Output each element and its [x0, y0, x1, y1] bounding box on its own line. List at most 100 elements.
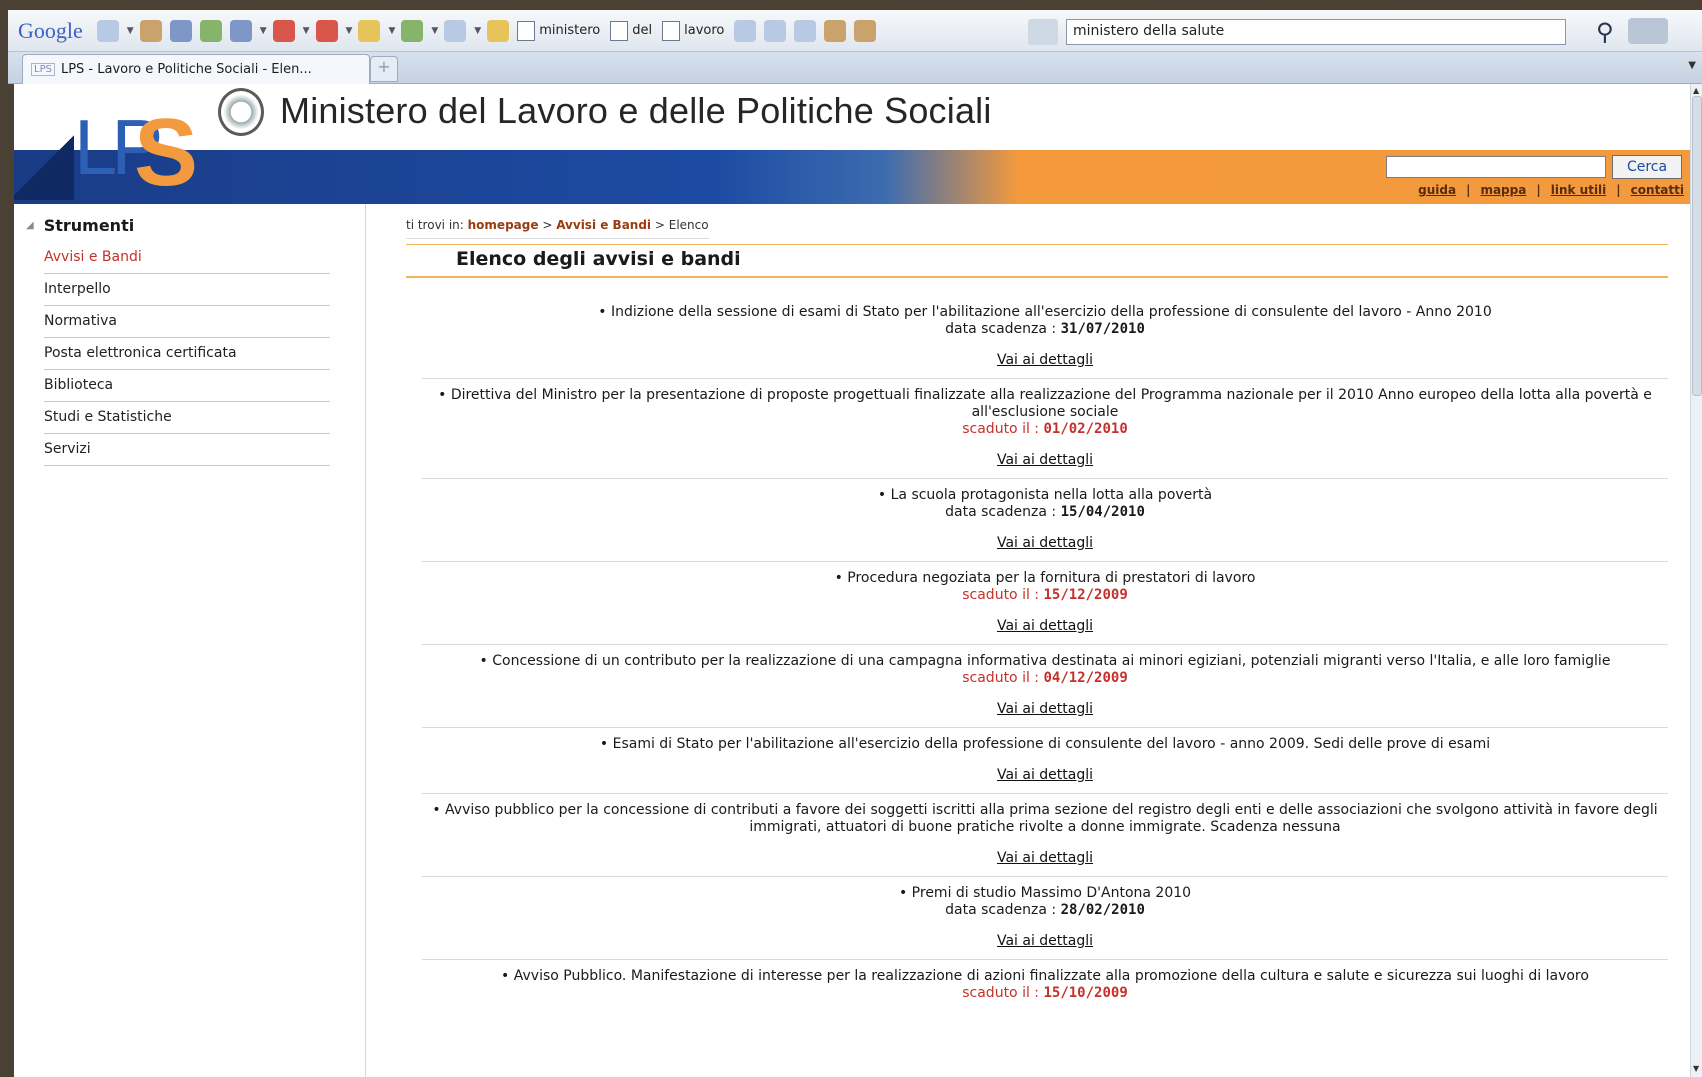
chevron-down-icon[interactable]: ▼ — [303, 26, 310, 36]
triangle-icon: ◢ — [26, 220, 34, 231]
scrollbar[interactable]: ▲ ▼ — [1690, 84, 1702, 1077]
gmail-icon[interactable] — [272, 19, 295, 42]
notice-title: Avviso pubblico per la concessione di co… — [422, 802, 1668, 836]
link-mappa[interactable]: mappa — [1480, 183, 1526, 197]
users-icon[interactable] — [734, 19, 757, 42]
notice-item: Esami di Stato per l'abilitazione all'es… — [422, 727, 1668, 783]
notice-item: Concessione di un contributo per la real… — [422, 644, 1668, 717]
share-icon[interactable] — [229, 19, 252, 42]
notice-date-label: scaduto il : — [962, 985, 1040, 1001]
google-toolbar: Google ▼ ▼ ▼ ▼ ▼ ▼ ▼ ministero del lavor… — [8, 10, 1702, 52]
chevron-down-icon[interactable]: ▼ — [127, 26, 134, 36]
sidebar-item-biblioteca[interactable]: Biblioteca — [44, 370, 330, 402]
notice-date-value: 01/02/2010 — [1043, 421, 1128, 437]
scrollbar-thumb[interactable] — [1692, 96, 1702, 396]
notice-date-value: 15/12/2009 — [1043, 587, 1128, 603]
details-link[interactable]: Vai ai dettagli — [422, 933, 1668, 949]
chevron-down-icon[interactable]: ▼ — [474, 26, 481, 36]
calendar-icon[interactable] — [199, 19, 222, 42]
tab-title: LPS - Lavoro e Politiche Sociali - Elen.… — [60, 62, 312, 77]
notice-date-label: data scadenza : — [945, 902, 1057, 918]
sidebar-item-interpello[interactable]: Interpello — [44, 274, 330, 306]
notice-title: Avviso Pubblico. Manifestazione di inter… — [422, 968, 1668, 985]
search-icon[interactable] — [169, 19, 192, 42]
pages-icon[interactable] — [794, 19, 817, 42]
sidebar-item-normativa[interactable]: Normativa — [44, 306, 330, 338]
details-link[interactable]: Vai ai dettagli — [422, 850, 1668, 866]
site-header: LP S Ministero del Lavoro e delle Politi… — [14, 84, 1690, 206]
tab-list-arrow-icon[interactable]: ▼ — [1688, 60, 1696, 71]
notice-date: scaduto il : 15/12/2009 — [422, 587, 1668, 604]
sidebar-item-avvisi-e-bandi[interactable]: Avvisi e Bandi — [44, 242, 330, 274]
notice-title: La scuola protagonista nella lotta alla … — [422, 487, 1668, 504]
link-link-utili[interactable]: link utili — [1551, 183, 1607, 197]
quick-button-lavoro[interactable]: lavoro — [662, 20, 725, 41]
notice-date: data scadenza : 15/04/2010 — [422, 504, 1668, 521]
notice-date: scaduto il : 04/12/2009 — [422, 670, 1668, 687]
quick-button-label: lavoro — [684, 23, 725, 38]
scroll-up-icon[interactable]: ▲ — [1693, 86, 1699, 95]
details-link[interactable]: Vai ai dettagli — [422, 535, 1668, 551]
quick-button-del[interactable]: del — [610, 20, 652, 41]
chevron-down-icon[interactable]: ▼ — [388, 26, 395, 36]
logo-letter-s: S — [134, 99, 199, 206]
spellcheck-icon[interactable] — [401, 19, 424, 42]
search-button[interactable]: Cerca — [1612, 155, 1682, 179]
link-contatti[interactable]: contatti — [1631, 183, 1684, 197]
notice-date-label: data scadenza : — [945, 321, 1057, 337]
home-icon[interactable] — [139, 19, 162, 42]
site-search-input[interactable] — [1386, 156, 1606, 178]
title-divider — [406, 244, 1668, 245]
notice-date: scaduto il : 01/02/2010 — [422, 421, 1668, 438]
quick-button-label: ministero — [539, 23, 601, 38]
tab-lps[interactable]: LPS LPS - Lavoro e Politiche Sociali - E… — [22, 54, 370, 84]
notice-title: Concessione di un contributo per la real… — [422, 653, 1668, 670]
title-divider — [406, 276, 1668, 278]
person-icon[interactable] — [824, 19, 847, 42]
search-engine-icon[interactable] — [1028, 19, 1058, 45]
sidebar-heading: ◢ Strumenti — [26, 216, 134, 235]
details-link[interactable]: Vai ai dettagli — [422, 352, 1668, 368]
highlight-icon[interactable] — [487, 19, 510, 42]
lps-logo[interactable]: LP S — [56, 94, 206, 206]
breadcrumb-avvisi[interactable]: Avvisi e Bandi — [556, 218, 651, 232]
sidebar-item-studi-statistiche[interactable]: Studi e Statistiche — [44, 402, 330, 434]
chevron-down-icon[interactable]: ▼ — [346, 26, 353, 36]
breadcrumb: ti trovi in: homepage > Avvisi e Bandi >… — [406, 218, 709, 239]
sidebar-item-servizi[interactable]: Servizi — [44, 434, 330, 466]
star-icon[interactable] — [358, 19, 381, 42]
scroll-down-icon[interactable]: ▼ — [1693, 1064, 1699, 1073]
contacts-icon[interactable] — [854, 19, 877, 42]
page-icon — [662, 20, 681, 41]
quick-button-ministero[interactable]: ministero — [517, 20, 601, 41]
sidebar-item-posta-certificata[interactable]: Posta elettronica certificata — [44, 338, 330, 370]
details-link[interactable]: Vai ai dettagli — [422, 701, 1668, 717]
chevron-down-icon[interactable]: ▼ — [260, 26, 267, 36]
notice-item: La scuola protagonista nella lotta alla … — [422, 478, 1668, 551]
wrench-icon[interactable] — [1628, 18, 1668, 44]
page-icon — [517, 20, 536, 41]
bookmark-icon[interactable] — [315, 19, 338, 42]
page-viewport: LP S Ministero del Lavoro e delle Politi… — [14, 84, 1690, 1077]
notice-title: Esami di Stato per l'abilitazione all'es… — [422, 736, 1668, 753]
chevron-down-icon[interactable]: ▼ — [431, 26, 438, 36]
tab-strip: LPS LPS - Lavoro e Politiche Sociali - E… — [8, 52, 1702, 84]
details-link[interactable]: Vai ai dettagli — [422, 767, 1668, 783]
notice-title: Indizione della sessione di esami di Sta… — [422, 304, 1668, 321]
link-separator: | — [1616, 183, 1621, 197]
details-link[interactable]: Vai ai dettagli — [422, 618, 1668, 634]
magnifier-icon[interactable]: ⚲ — [1596, 18, 1614, 46]
link-guida[interactable]: guida — [1418, 183, 1456, 197]
details-link[interactable]: Vai ai dettagli — [422, 452, 1668, 468]
page-title: Elenco degli avvisi e bandi — [456, 248, 741, 270]
google-logo[interactable]: Google — [18, 18, 83, 44]
translate-icon[interactable] — [444, 19, 467, 42]
top-links: guida | mappa | link utili | contatti — [1384, 183, 1684, 197]
toolbar-icon-1[interactable] — [96, 19, 119, 42]
notice-item: Premi di studio Massimo D'Antona 2010dat… — [422, 876, 1668, 949]
new-tab-button[interactable]: + — [370, 56, 398, 82]
windows-icon[interactable] — [764, 19, 787, 42]
breadcrumb-homepage[interactable]: homepage — [468, 218, 539, 232]
toolbar-search-input[interactable]: ministero della salute — [1066, 19, 1566, 45]
notice-item: Avviso pubblico per la concessione di co… — [422, 793, 1668, 866]
